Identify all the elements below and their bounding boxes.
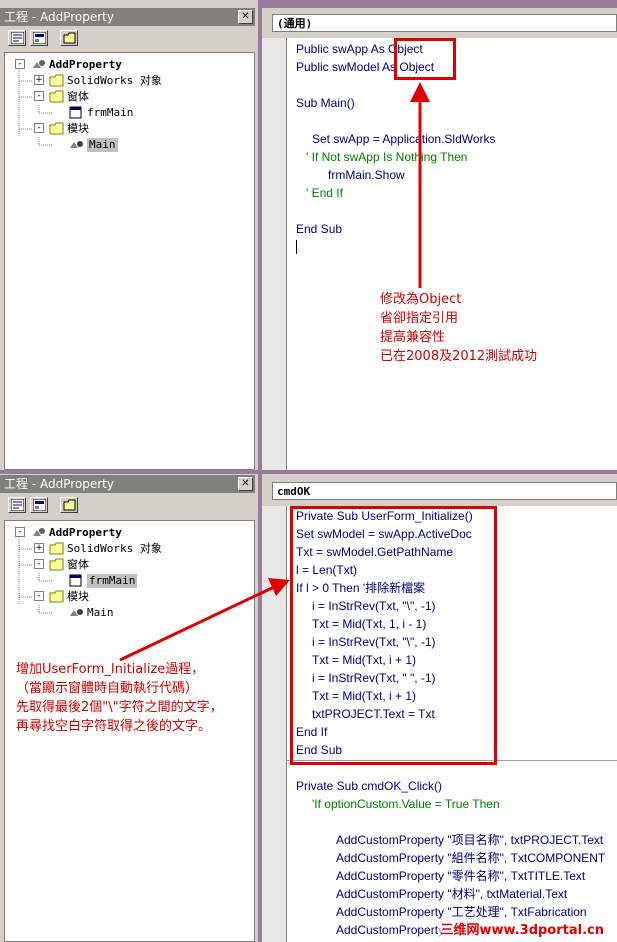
toggle-folders-button[interactable] — [60, 30, 78, 46]
object-dropdown[interactable]: (通用) — [272, 14, 617, 32]
folder-open-icon — [49, 558, 64, 571]
folder-open-icon — [49, 122, 64, 135]
project-title-text: 工程 - AddProperty — [4, 477, 114, 491]
code-margin — [262, 38, 286, 470]
code-line: ' End If — [306, 186, 343, 200]
tree-collapse-toggle[interactable]: - — [34, 123, 44, 133]
form-icon — [69, 106, 82, 119]
code-line: Set swApp = Application.SldWorks — [312, 132, 496, 146]
view-code-button[interactable] — [8, 30, 26, 46]
top-project-pane: 工程 - AddProperty ✕ - AddProperty + Solid… — [0, 0, 258, 470]
code-line: End Sub — [296, 222, 343, 236]
highlight-box-initialize — [290, 506, 497, 765]
code-line: AddCustomProperty "組件名称", TxtCOMPONENT — [336, 851, 606, 865]
annotation-bottom: 增加UserForm_Initialize過程， （當顯示窗體時自動執行代碼） … — [16, 662, 223, 734]
tree-collapse-toggle[interactable]: - — [15, 59, 25, 69]
code-editor[interactable]: Public swApp As Object Public swModel As… — [262, 38, 617, 470]
module-icon — [70, 141, 83, 148]
folder-open-icon — [49, 590, 64, 603]
watermark: 三维网www.3dportal.cn — [437, 919, 607, 938]
annotation-top: 修改為Object 省卻指定引用 提高兼容性 已在2008及2012測試成功 — [380, 292, 538, 364]
project-title-text: 工程 - AddProperty — [4, 10, 114, 24]
tree-collapse-toggle[interactable]: - — [34, 591, 44, 601]
vba-project-icon — [33, 60, 45, 68]
code-margin — [262, 506, 286, 942]
view-object-button[interactable] — [30, 30, 48, 46]
close-icon[interactable]: ✕ — [238, 10, 253, 24]
vba-project-icon — [33, 528, 45, 536]
folder-icon — [49, 74, 64, 87]
view-object-button[interactable] — [30, 497, 48, 513]
code-line: AddCustomProperty — [336, 923, 445, 937]
toggle-folders-button[interactable] — [60, 497, 78, 513]
code-line: Sub Main() — [296, 96, 355, 110]
folder-open-icon — [49, 90, 64, 103]
tree-collapse-toggle[interactable]: - — [34, 559, 44, 569]
code-line: Private Sub cmdOK_Click() — [296, 779, 443, 793]
tree-expand-toggle[interactable]: + — [34, 543, 44, 553]
object-dropdown[interactable]: cmdOK — [272, 482, 617, 500]
code-line: 'If optionCustom.Value = True Then — [312, 797, 500, 811]
close-icon[interactable]: ✕ — [238, 477, 253, 491]
project-window-title: 工程 - AddProperty ✕ — [0, 8, 255, 26]
code-line: AddCustomProperty "材料", txtMaterial.Text — [336, 887, 568, 901]
tree-collapse-toggle[interactable]: - — [15, 527, 25, 537]
code-line: frmMain.Show — [328, 168, 405, 182]
project-tree: - AddProperty + SolidWorks 对象 - 窗体 frmMa… — [4, 52, 255, 470]
text-cursor — [296, 240, 297, 254]
code-line: AddCustomProperty "项目名称", txtPROJECT.Tex… — [336, 833, 604, 847]
highlight-box-object — [394, 38, 456, 80]
project-toolbar — [0, 494, 255, 516]
view-code-button[interactable] — [8, 497, 26, 513]
tree-collapse-toggle[interactable]: - — [34, 91, 44, 101]
module-icon — [70, 609, 83, 616]
project-window-title: 工程 - AddProperty ✕ — [0, 475, 255, 493]
code-line: AddCustomProperty "零件名称", TxtTITLE.Text — [336, 869, 586, 883]
margin-divider — [286, 38, 287, 470]
project-toolbar — [0, 27, 255, 49]
tree-expand-toggle[interactable]: + — [34, 75, 44, 85]
folder-icon — [49, 542, 64, 555]
code-line: ' If Not swApp Is Nothing Then — [306, 150, 468, 164]
margin-divider — [286, 506, 287, 942]
form-icon — [69, 574, 82, 587]
